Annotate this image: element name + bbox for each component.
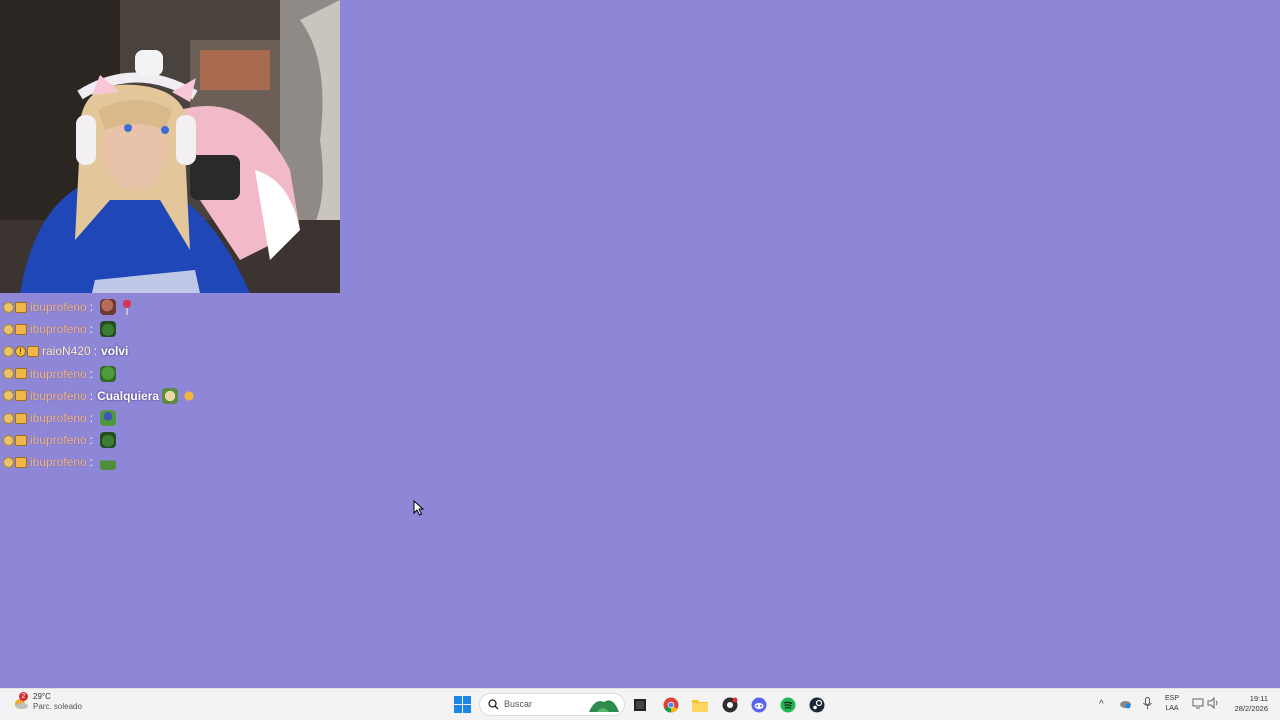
chat-message-text: volvi (101, 344, 129, 359)
start-button[interactable] (454, 696, 471, 713)
subscriber-badge-icon (27, 345, 39, 357)
moderator-badge-icon (3, 412, 14, 424)
face-emote-icon (100, 299, 117, 316)
weather-sun-icon: 2 (12, 692, 30, 711)
moderator-badge-icon (3, 368, 14, 380)
weather-description: Parc. soleado (33, 702, 82, 711)
subscriber-badge-icon (15, 323, 27, 335)
webcam-overlay (0, 0, 340, 293)
moderator-badge-icon (3, 434, 14, 446)
chat-username[interactable]: raioN420 (42, 344, 91, 358)
chat-separator: : (89, 366, 94, 381)
chat-message: ! raioN420: volvi (3, 340, 333, 362)
chat-username[interactable]: ibuprofeno (30, 433, 87, 447)
frogside-emote-icon (100, 454, 117, 471)
moderator-badge-icon (3, 323, 14, 335)
subscriber-badge-icon (15, 301, 27, 313)
moderator-badge-icon (3, 345, 14, 357)
spotify-icon[interactable] (778, 695, 798, 715)
chat-message-text: Cualquiera (97, 388, 160, 403)
bread-emote-icon (162, 387, 179, 404)
chat-username[interactable]: ibuprofeno (30, 411, 87, 425)
hand-emote-icon (181, 387, 198, 404)
microphone-icon[interactable] (1142, 697, 1153, 710)
frogblue-emote-icon (100, 410, 117, 427)
moderator-badge-icon (3, 456, 14, 468)
desktop: ibuprofeno: ibuprofeno:! raioN420: volvi ibu… (0, 0, 1280, 688)
obs-icon[interactable] (720, 695, 740, 715)
mouse-cursor-icon (413, 500, 425, 516)
clock-time: 19:11 (1249, 694, 1268, 703)
frog2-emote-icon (100, 321, 117, 338)
chat-separator: : (89, 300, 94, 315)
wine-emote-icon (119, 299, 136, 316)
subscriber-badge-icon (15, 390, 27, 402)
chat-overlay: ibuprofeno: ibuprofeno:! raioN420: volvi ibu… (3, 296, 333, 474)
chat-separator: : (89, 455, 94, 470)
file-explorer-icon[interactable] (690, 695, 710, 715)
subscriber-badge-icon (15, 412, 27, 424)
webcam-image (0, 0, 340, 293)
weather-badge: 2 (19, 692, 28, 701)
search-icon (488, 699, 499, 710)
discord-icon[interactable] (749, 695, 769, 715)
chat-message: ibuprofeno: (3, 407, 333, 429)
language-indicator[interactable]: ESP LAA (1162, 694, 1182, 714)
chat-separator: : (89, 388, 94, 403)
frog-emote-icon (100, 365, 117, 382)
frog2-emote-icon (100, 432, 117, 449)
chat-separator: : (93, 344, 98, 359)
clock[interactable]: 19:11 28/2/2026 (1235, 694, 1268, 714)
weather-temperature: 29°C (33, 692, 51, 701)
task-view-icon[interactable] (630, 695, 650, 715)
search-placeholder: Buscar (504, 699, 533, 709)
chat-username[interactable]: ibuprofeno (30, 367, 87, 381)
subscriber-badge-icon (15, 456, 27, 468)
chat-message: ibuprofeno: (3, 318, 333, 340)
chat-username[interactable]: ibuprofeno (30, 322, 87, 336)
taskbar: 2 29°C Parc. soleado Buscar ^ ESP LAA 19… (0, 688, 1280, 720)
weather-widget[interactable]: 2 29°C Parc. soleado (12, 692, 82, 712)
subscriber-badge-icon (15, 368, 27, 380)
chat-separator: : (89, 322, 94, 337)
chat-username[interactable]: ibuprofeno (30, 300, 87, 314)
chat-message: ibuprofeno: Cualquiera (3, 385, 333, 407)
chat-message: ibuprofeno: (3, 451, 333, 473)
onedrive-icon[interactable] (1119, 697, 1132, 710)
chat-username[interactable]: ibuprofeno (30, 455, 87, 469)
network-icon[interactable] (1192, 697, 1204, 709)
keyboard-layout: LAA (1165, 705, 1179, 712)
chat-message: ibuprofeno: (3, 429, 333, 451)
search-highlight-icon (589, 700, 619, 712)
volume-icon[interactable] (1207, 697, 1219, 709)
moderator-badge-icon (3, 301, 14, 313)
chrome-icon[interactable] (661, 695, 681, 715)
moderator-badge-icon (3, 390, 14, 402)
clock-date: 28/2/2026 (1234, 704, 1268, 713)
language-code: ESP (1164, 695, 1179, 702)
chat-message: ibuprofeno: (3, 363, 333, 385)
chat-separator: : (89, 433, 94, 448)
tray-overflow-chevron-icon[interactable]: ^ (1099, 699, 1104, 710)
alert-badge-icon: ! (15, 345, 26, 357)
chat-message: ibuprofeno: (3, 296, 333, 318)
chat-username[interactable]: ibuprofeno (30, 389, 87, 403)
taskbar-search-box[interactable]: Buscar (479, 693, 625, 716)
steam-icon[interactable] (807, 695, 827, 715)
subscriber-badge-icon (15, 434, 27, 446)
chat-separator: : (89, 411, 94, 426)
